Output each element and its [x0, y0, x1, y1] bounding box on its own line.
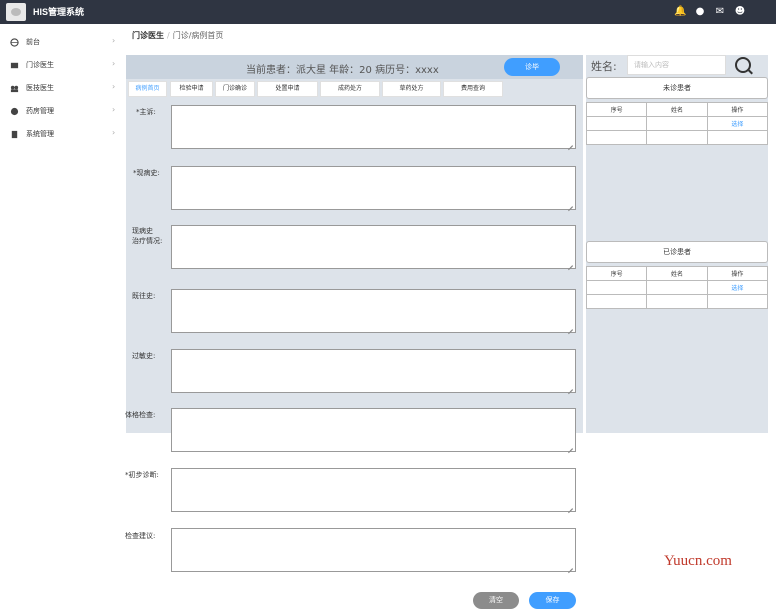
name-search-label: 姓名: [591, 60, 617, 73]
column-header: 姓名 [646, 102, 708, 117]
top-navbar: HIS管理系统 🔔 ● ✉ ☻ [0, 0, 776, 24]
chevron-right-icon: › [112, 128, 116, 137]
name-search-input[interactable]: 请输入内容 [627, 55, 726, 75]
table-row: 选择 [585, 116, 769, 131]
table-cell [585, 294, 648, 309]
sidebar-item-outpatient-doctor[interactable]: 门诊医生 › [0, 55, 122, 77]
resize-handle[interactable] [567, 324, 573, 330]
table-cell [646, 280, 708, 295]
tab-case-home[interactable]: 病例首页 [128, 81, 167, 97]
chevron-right-icon: › [112, 105, 116, 114]
tab-outpatient-confirm[interactable]: 门诊确诊 [215, 81, 255, 97]
diagnosed-patients-title: 已诊患者 [586, 241, 768, 263]
table-cell [646, 130, 708, 145]
tab-herbal-prescription[interactable]: 草药处方 [382, 81, 441, 97]
table-cell [646, 294, 708, 309]
finish-diagnosis-button[interactable]: 诊毕 [504, 58, 560, 76]
save-button[interactable]: 保存 [529, 592, 576, 609]
tab-western-prescription[interactable]: 成药处方 [320, 81, 380, 97]
tab-disposal-request[interactable]: 处置申请 [257, 81, 318, 97]
chief-complaint-label: *主诉: [136, 108, 156, 116]
past-history-textarea[interactable] [171, 289, 576, 333]
sidebar-item-label: 医技医生 [26, 84, 54, 92]
resize-handle[interactable] [567, 201, 573, 207]
sidebar-item-pharmacy[interactable]: 药房管理 › [0, 101, 122, 123]
physical-exam-label: 体格检查: [125, 411, 156, 419]
table-cell [585, 130, 648, 145]
column-header: 序号 [585, 266, 648, 281]
tab-fee-query[interactable]: 费用查询 [443, 81, 503, 97]
table-cell [585, 116, 648, 131]
table-cell [706, 294, 769, 309]
undiagnosed-patients-table: 序号 姓名 操作 选择 [585, 102, 769, 145]
watermark: Yuucn.com [664, 553, 732, 569]
app-logo [6, 3, 26, 21]
table-cell [706, 130, 769, 145]
present-illness-textarea[interactable] [171, 166, 576, 210]
chief-complaint-textarea[interactable] [171, 105, 576, 149]
app-title: HIS管理系统 [33, 7, 85, 17]
current-patient-info: 当前患者：派大星 年龄：20 病历号：xxxx [246, 65, 439, 76]
notification-bell-icon[interactable]: 🔔 [674, 6, 686, 18]
sidebar-item-system[interactable]: 系统管理 › [0, 124, 122, 146]
diagnosed-patients-table: 序号 姓名 操作 选择 [585, 266, 769, 309]
exam-advice-textarea[interactable] [171, 528, 576, 572]
sidebar-item-label: 门诊医生 [26, 61, 54, 69]
illness-treatment-label: 现病史 治疗情况: [132, 227, 163, 245]
sidebar-item-label: 前台 [26, 38, 40, 46]
table-cell [585, 280, 648, 295]
preliminary-diagnosis-label: *初步诊断: [125, 471, 159, 479]
table-row: 选择 [585, 280, 769, 295]
past-history-label: 既往史: [132, 292, 156, 300]
breadcrumb-separator: / [167, 31, 170, 40]
user-avatar-icon[interactable]: ☻ [734, 6, 746, 18]
table-cell [646, 116, 708, 131]
globe-icon [10, 38, 19, 47]
table-row [585, 294, 769, 309]
clear-button[interactable]: 清空 [473, 592, 519, 609]
users-icon [10, 85, 19, 93]
message-icon[interactable]: ✉ [714, 6, 726, 18]
search-icon[interactable] [735, 57, 751, 73]
physical-exam-textarea[interactable] [171, 408, 576, 452]
illness-treatment-textarea[interactable] [171, 225, 576, 269]
preliminary-diagnosis-textarea[interactable] [171, 468, 576, 512]
resize-handle[interactable] [567, 503, 573, 509]
sidebar-item-medtech-doctor[interactable]: 医技医生 › [0, 78, 122, 100]
column-header: 姓名 [646, 266, 708, 281]
resize-handle[interactable] [567, 443, 573, 449]
chevron-right-icon: › [112, 59, 116, 68]
column-header: 操作 [706, 266, 769, 281]
select-patient-link[interactable]: 选择 [706, 116, 769, 131]
exam-advice-label: 检查建议: [125, 532, 156, 540]
allergy-history-label: 过敏史: [132, 352, 156, 360]
resize-handle[interactable] [567, 384, 573, 390]
tab-lab-request[interactable]: 检验申请 [170, 81, 213, 97]
help-icon[interactable]: ● [694, 6, 706, 18]
sidebar-item-frontdesk[interactable]: 前台 › [0, 32, 122, 54]
column-header: 操作 [706, 102, 769, 117]
breadcrumb-root[interactable]: 门诊医生 [132, 31, 164, 40]
sidebar-item-label: 系统管理 [26, 130, 54, 138]
resize-handle[interactable] [567, 260, 573, 266]
column-header: 序号 [585, 102, 648, 117]
present-illness-label: *现病史: [133, 169, 160, 177]
allergy-history-textarea[interactable] [171, 349, 576, 393]
select-patient-link[interactable]: 选择 [706, 280, 769, 295]
pill-icon [10, 107, 19, 116]
undiagnosed-patients-title: 未诊患者 [586, 77, 768, 99]
sidebar-item-label: 药房管理 [26, 107, 54, 115]
table-row [585, 130, 769, 145]
chevron-right-icon: › [112, 82, 116, 91]
document-icon [11, 130, 18, 139]
chevron-right-icon: › [112, 36, 116, 45]
breadcrumb: 门诊医生 / 门诊/病例首页 [132, 30, 223, 41]
breadcrumb-current: 门诊/病例首页 [172, 31, 224, 40]
sidebar: 前台 › 门诊医生 › 医技医生 › 药房管理 › 系统管理 › [0, 24, 122, 616]
resize-handle[interactable] [567, 140, 573, 146]
resize-handle[interactable] [567, 563, 573, 569]
monitor-icon [10, 62, 19, 69]
